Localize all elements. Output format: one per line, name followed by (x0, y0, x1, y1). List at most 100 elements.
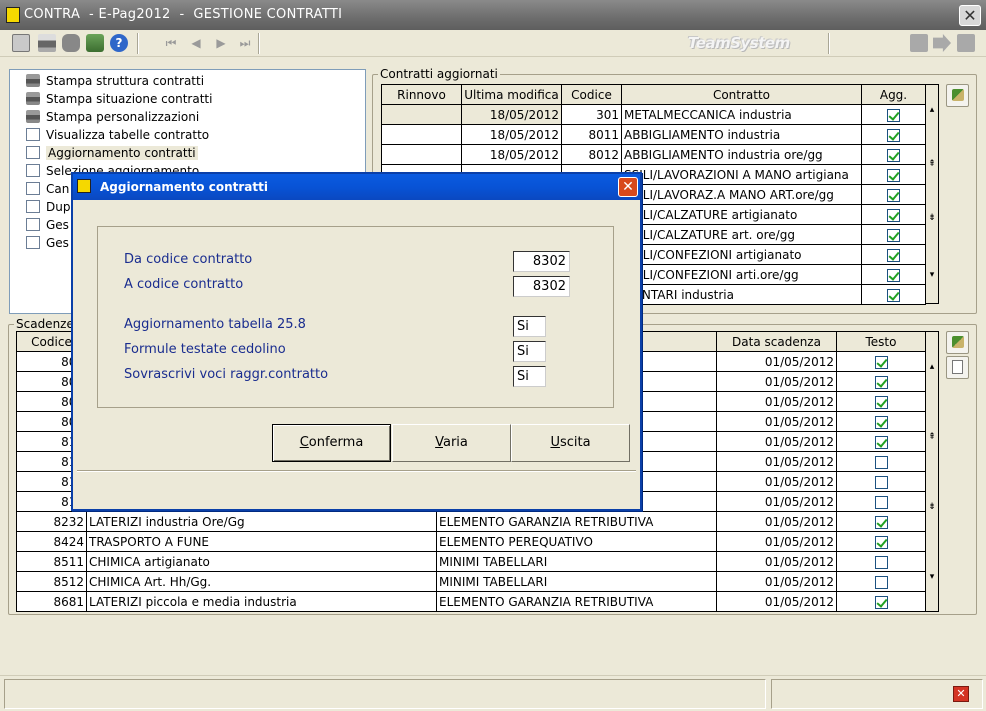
agg-checkbox[interactable] (887, 288, 900, 302)
testo-cell (836, 391, 926, 412)
contratto-cell: CHIMICA Art. Hh/Gg. (86, 571, 437, 592)
testo-checkbox[interactable] (874, 595, 888, 609)
column-header[interactable]: Rinnovo (381, 84, 462, 105)
testo-checkbox[interactable] (874, 435, 888, 449)
tree-item-label: Stampa struttura contratti (46, 74, 205, 88)
doc-icon (26, 236, 40, 249)
table-row[interactable]: 18/05/2012 8011 ABBIGLIAMENTO industria (381, 124, 926, 145)
confirm-button[interactable]: Conferma (272, 424, 391, 462)
testo-checkbox[interactable] (874, 355, 888, 369)
to-code-input[interactable]: 8302 (513, 276, 570, 297)
scroll-down-icon[interactable]: ▾ (926, 572, 938, 582)
print-icon[interactable] (38, 34, 56, 52)
payslip-formulas-field[interactable]: Si (513, 341, 546, 362)
scroll-page-up-icon[interactable]: ⇞ (926, 432, 938, 442)
update-table-field[interactable]: Si (513, 316, 546, 337)
testo-checkbox[interactable] (874, 495, 888, 509)
contratto-cell: LATERIZI piccola e media industria (86, 591, 437, 612)
scroll-page-down-icon[interactable]: ⇟ (926, 213, 938, 223)
vary-button[interactable]: Varia (392, 424, 511, 462)
table-row[interactable]: 8512 CHIMICA Art. Hh/Gg. MINIMI TABELLARI 0… (16, 571, 926, 592)
exit-arrow-icon[interactable] (933, 34, 951, 52)
scroll-up-icon[interactable]: ▴ (926, 362, 938, 372)
agg-checkbox[interactable] (887, 128, 900, 142)
table-row[interactable]: 18/05/2012 8012 ABBIGLIAMENTO industria or… (381, 144, 926, 165)
agg-checkbox[interactable] (887, 108, 900, 122)
updated-scrollbar[interactable]: ▴ ⇞ ⇟ ▾ (925, 84, 939, 304)
teamsystem-logo: TeamSystem (688, 34, 790, 52)
preview-text-button[interactable] (946, 356, 969, 379)
tree-item-aggiornamento[interactable]: Aggiornamento contratti (26, 144, 198, 162)
agg-checkbox[interactable] (887, 228, 900, 242)
from-code-input[interactable]: 8302 (513, 251, 570, 272)
agg-checkbox[interactable] (887, 268, 900, 282)
to-code-label: A codice contratto (124, 277, 244, 292)
column-header[interactable]: Agg. (861, 84, 926, 105)
update-contracts-dialog: Aggiornamento contratti ✕ Da codice cont… (71, 172, 642, 511)
testo-checkbox[interactable] (874, 415, 888, 429)
tree-item-label: Ges (46, 236, 69, 250)
tree-item-dup[interactable]: Dup (26, 198, 70, 216)
vary-accel: V (435, 435, 443, 450)
tree-item-label: Visualizza tabelle contratto (46, 128, 210, 142)
scroll-down-icon[interactable]: ▾ (926, 270, 938, 280)
agg-checkbox[interactable] (887, 148, 900, 162)
install-icon[interactable] (86, 34, 104, 52)
testo-checkbox[interactable] (874, 555, 888, 569)
table-row[interactable]: 8424 TRASPORTO A FUNE ELEMENTO PEREQUATIVO… (16, 531, 926, 552)
hand-icon[interactable] (62, 34, 80, 52)
tree-item-stampa-struttura[interactable]: Stampa struttura contratti (26, 72, 204, 90)
column-header[interactable]: Codice (561, 84, 622, 105)
testo-checkbox[interactable] (874, 515, 888, 529)
doc-icon (26, 218, 40, 231)
edit-text-button[interactable] (946, 331, 969, 354)
status-close-icon[interactable]: ✕ (953, 686, 969, 702)
deadlines-scrollbar[interactable]: ▴ ⇞ ⇟ ▾ (925, 331, 939, 612)
table-row[interactable]: 8232 LATERIZI industria Ore/Gg ELEMENTO GA… (16, 511, 926, 532)
window-close-button[interactable]: ✕ (959, 5, 981, 26)
column-header[interactable]: Data scadenza (716, 331, 837, 352)
testo-checkbox[interactable] (874, 575, 888, 589)
codice-cell: 8011 (561, 124, 622, 145)
save-icon[interactable] (957, 34, 975, 52)
testo-checkbox[interactable] (874, 455, 888, 469)
table-row[interactable]: 8511 CHIMICA artigianato MINIMI TABELLARI 0… (16, 551, 926, 572)
scroll-page-down-icon[interactable]: ⇟ (926, 502, 938, 512)
testo-checkbox[interactable] (874, 535, 888, 549)
first-record-icon[interactable]: ⏮ (162, 33, 180, 53)
edit-pen-button[interactable] (946, 84, 969, 107)
agg-checkbox[interactable] (887, 168, 900, 182)
agg-checkbox[interactable] (887, 248, 900, 262)
testo-checkbox[interactable] (874, 395, 888, 409)
tree-item-ges-2[interactable]: Ges (26, 234, 69, 252)
agg-checkbox[interactable] (887, 208, 900, 222)
folder-icon[interactable] (910, 34, 928, 52)
voce-cell: ELEMENTO PEREQUATIVO (436, 531, 717, 552)
tree-item-can[interactable]: Can (26, 180, 69, 198)
tree-item-stampa-situazione[interactable]: Stampa situazione contratti (26, 90, 212, 108)
tree-item-visualizza-tabelle[interactable]: Visualizza tabelle contratto (26, 126, 209, 144)
update-table-label: Aggiornamento tabella 25.8 (124, 317, 306, 332)
dialog-close-button[interactable]: ✕ (618, 177, 638, 197)
preview-icon[interactable] (12, 34, 30, 52)
next-record-icon[interactable]: ▶ (212, 33, 230, 53)
tree-item-stampa-personalizzazioni[interactable]: Stampa personalizzazioni (26, 108, 199, 126)
exit-button[interactable]: Uscita (511, 424, 630, 462)
testo-checkbox[interactable] (874, 475, 888, 489)
last-record-icon[interactable]: ⏭ (236, 33, 254, 53)
overwrite-items-field[interactable]: Si (513, 366, 546, 387)
column-header[interactable]: Ultima modifica (461, 84, 562, 105)
column-header[interactable]: Testo (836, 331, 926, 352)
column-header[interactable]: Contratto (621, 84, 862, 105)
window-titlebar: CONTRA - E-Pag2012 - GESTIONE CONTRATTI … (0, 0, 986, 30)
testo-checkbox[interactable] (874, 375, 888, 389)
scroll-up-icon[interactable]: ▴ (926, 105, 938, 115)
scroll-page-up-icon[interactable]: ⇞ (926, 159, 938, 169)
agg-checkbox[interactable] (887, 188, 900, 202)
tree-item-ges-1[interactable]: Ges (26, 216, 69, 234)
testo-cell (836, 571, 926, 592)
help-icon[interactable]: ? (110, 34, 128, 52)
table-row[interactable]: 18/05/2012 301 METALMECCANICA industria (381, 104, 926, 125)
table-row[interactable]: 8681 LATERIZI piccola e media industria EL… (16, 591, 926, 612)
prev-record-icon[interactable]: ◀ (187, 33, 205, 53)
